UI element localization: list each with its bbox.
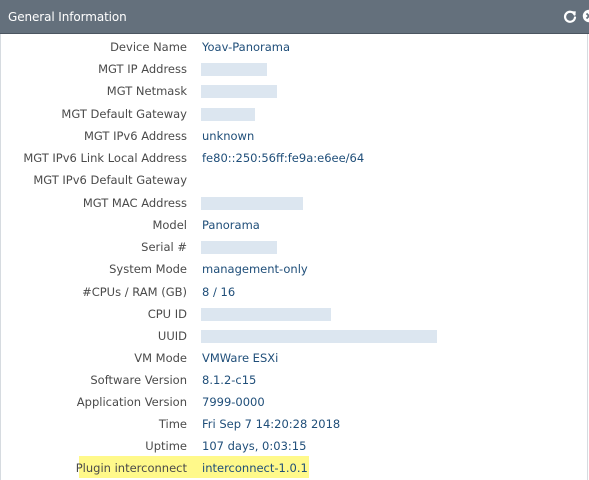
info-row-application-version: Application Version 7999-0000: [0, 392, 589, 412]
cpu-id-value-masked: [201, 308, 331, 321]
mgt-netmask-label: MGT Netmask: [106, 84, 187, 98]
mgt-ipv6-address-label: MGT IPv6 Address: [83, 129, 187, 143]
info-row-mgt-mac-address: MGT MAC Address: [0, 193, 589, 213]
general-information-panel: General Information Device Name Yoav-Pan…: [0, 0, 589, 480]
mgt-ipv6-link-local-address-value: fe80::250:56ff:fe9a:e6ee/64: [202, 151, 365, 165]
mgt-ipv6-default-gateway-label: MGT IPv6 Default Gateway: [33, 173, 187, 187]
info-row-mgt-ipv6-default-gateway: MGT IPv6 Default Gateway: [0, 170, 589, 190]
panel-header: General Information: [0, 0, 589, 34]
cpu-id-label: CPU ID: [147, 307, 187, 321]
uuid-label: UUID: [157, 329, 187, 343]
info-row-mgt-default-gateway: MGT Default Gateway: [0, 104, 589, 124]
uuid-value-masked: [201, 330, 437, 343]
system-mode-label: System Mode: [109, 262, 187, 276]
mgt-mac-address-value-masked: [201, 197, 303, 210]
info-row-mgt-ipv6-link-local-address: MGT IPv6 Link Local Address fe80::250:56…: [0, 148, 589, 168]
info-row-device-name: Device Name Yoav-Panorama: [0, 37, 589, 57]
time-value: Fri Sep 7 14:20:28 2018: [202, 417, 341, 431]
uptime-value: 107 days, 0:03:15: [202, 439, 307, 453]
serial-label: Serial #: [141, 240, 187, 254]
close-icon[interactable]: [582, 9, 589, 23]
info-row-uptime: Uptime 107 days, 0:03:15: [0, 436, 589, 456]
info-row-mgt-netmask: MGT Netmask: [0, 81, 589, 101]
mgt-default-gateway-value-masked: [201, 108, 255, 121]
cpus-ram-label: #CPUs / RAM (GB): [82, 285, 187, 299]
info-row-uuid: UUID: [0, 326, 589, 346]
application-version-label: Application Version: [76, 395, 187, 409]
vm-mode-label: VM Mode: [134, 351, 187, 365]
info-row-mgt-ip-address: MGT IP Address: [0, 59, 589, 79]
info-row-model: Model Panorama: [0, 215, 589, 235]
info-row-serial: Serial #: [0, 237, 589, 257]
info-row-vm-mode: VM Mode VMWare ESXi: [0, 348, 589, 368]
serial-value-masked: [201, 241, 277, 254]
info-row-cpu-id: CPU ID: [0, 304, 589, 324]
mgt-default-gateway-label: MGT Default Gateway: [61, 107, 187, 121]
refresh-icon[interactable]: [563, 9, 577, 23]
vm-mode-value: VMWare ESXi: [202, 351, 279, 365]
info-row-software-version: Software Version 8.1.2-c15: [0, 370, 589, 390]
model-value: Panorama: [202, 218, 260, 232]
mgt-netmask-value-masked: [201, 85, 277, 98]
info-row-cpus-ram: #CPUs / RAM (GB) 8 / 16: [0, 282, 589, 302]
uptime-label: Uptime: [145, 439, 187, 453]
mgt-ipv6-address-value: unknown: [202, 129, 255, 143]
application-version-value: 7999-0000: [202, 395, 265, 409]
device-name-value: Yoav-Panorama: [202, 40, 291, 54]
software-version-label: Software Version: [90, 373, 187, 387]
info-row-mgt-ipv6-address: MGT IPv6 Address unknown: [0, 126, 589, 146]
mgt-ipv6-link-local-address-label: MGT IPv6 Link Local Address: [23, 151, 187, 165]
device-name-label: Device Name: [110, 40, 187, 54]
system-mode-value: management-only: [202, 262, 308, 276]
mgt-ip-address-value-masked: [201, 63, 267, 76]
info-row-time: Time Fri Sep 7 14:20:28 2018: [0, 414, 589, 434]
info-row-system-mode: System Mode management-only: [0, 259, 589, 279]
model-label: Model: [152, 218, 187, 232]
panel-title: General Information: [8, 10, 127, 24]
plugin-interconnect-value: interconnect-1.0.1: [202, 461, 308, 475]
software-version-value: 8.1.2-c15: [202, 373, 257, 387]
time-label: Time: [158, 417, 187, 431]
cpus-ram-value: 8 / 16: [202, 285, 236, 299]
mgt-ip-address-label: MGT IP Address: [98, 62, 187, 76]
mgt-mac-address-label: MGT MAC Address: [82, 196, 187, 210]
info-row-plugin-interconnect: Plugin interconnect interconnect-1.0.1: [0, 458, 589, 478]
plugin-interconnect-label: Plugin interconnect: [75, 461, 187, 475]
